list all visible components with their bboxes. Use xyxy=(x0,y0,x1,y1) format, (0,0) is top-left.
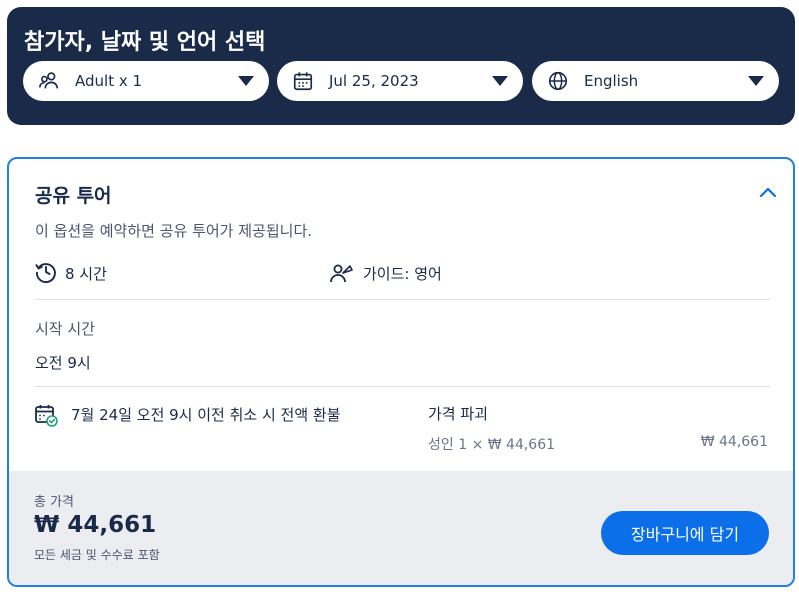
start-time-value: 오전 9시 xyxy=(35,354,91,372)
duration-text: 8 시간 xyxy=(65,265,107,283)
tour-option-card: 공유 투어 이 옵션을 예약하면 공유 투어가 제공됩니다. 8 시간 가이드:… xyxy=(7,157,795,587)
divider xyxy=(35,386,770,387)
chevron-down-icon xyxy=(492,76,508,86)
divider xyxy=(35,299,770,300)
participants-label: Adult x 1 xyxy=(75,72,143,90)
date-label: Jul 25, 2023 xyxy=(329,72,419,90)
chevron-down-icon xyxy=(238,76,254,86)
option-title: 공유 투어 xyxy=(35,185,112,207)
language-selector[interactable]: English xyxy=(532,61,779,101)
option-description: 이 옵션을 예약하면 공유 투어가 제공됩니다. xyxy=(35,222,313,240)
date-selector[interactable]: Jul 25, 2023 xyxy=(277,61,523,101)
calendar-check-icon xyxy=(35,405,58,427)
header-title: 참가자, 날짜 및 언어 선택 xyxy=(24,30,266,55)
people-icon xyxy=(39,72,59,89)
tax-note: 모든 세금 및 수수료 포함 xyxy=(34,548,160,562)
free-cancellation-text: 7월 24일 오전 9시 이전 취소 시 전액 환불 xyxy=(71,406,341,424)
price-line-label: 성인 1 × ₩ 44,661 xyxy=(428,437,556,453)
guide-language-text: 가이드: 영어 xyxy=(363,265,442,283)
total-price-label: 총 가격 xyxy=(34,495,75,510)
booking-selector-header: 참가자, 날짜 및 언어 선택 Adult x 1 Jul 25, 2023 E… xyxy=(7,7,795,125)
price-breakdown-label: 가격 파괴 xyxy=(428,405,488,423)
calendar-icon xyxy=(293,72,313,91)
chevron-up-icon[interactable] xyxy=(759,186,777,198)
add-to-cart-button[interactable]: 장바구니에 담기 xyxy=(601,511,769,555)
globe-icon xyxy=(548,71,568,91)
start-time-label: 시작 시간 xyxy=(35,320,95,338)
price-line-value: ₩ 44,661 xyxy=(700,434,768,450)
guide-icon xyxy=(330,264,353,283)
participants-selector[interactable]: Adult x 1 xyxy=(23,61,269,101)
total-price-value: ₩ 44,661 xyxy=(34,512,157,538)
chevron-down-icon xyxy=(748,76,764,86)
history-clock-icon xyxy=(35,263,56,284)
language-label: English xyxy=(584,72,639,90)
total-price-footer: 총 가격 ₩ 44,661 모든 세금 및 수수료 포함 장바구니에 담기 xyxy=(9,471,793,585)
